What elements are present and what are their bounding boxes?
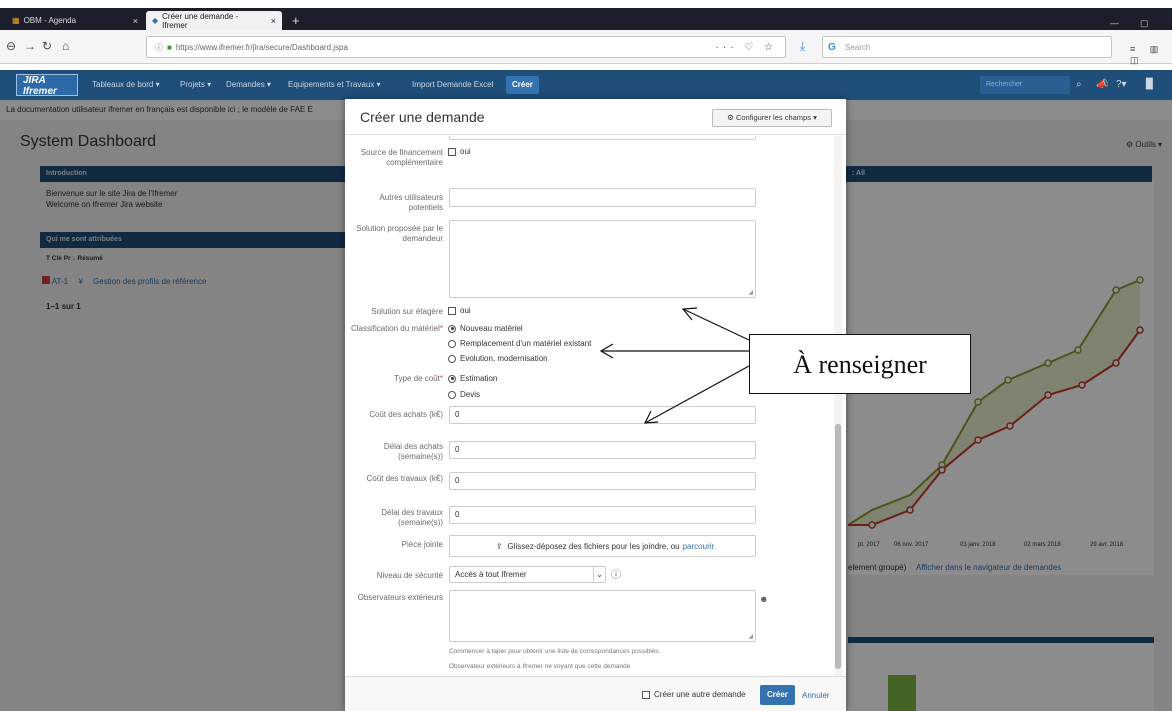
arrow-to-shelf [682, 308, 750, 341]
annotation-callout: À renseigner [749, 334, 971, 394]
annotation-arrows [599, 307, 750, 424]
arrow-to-cost [644, 365, 750, 424]
